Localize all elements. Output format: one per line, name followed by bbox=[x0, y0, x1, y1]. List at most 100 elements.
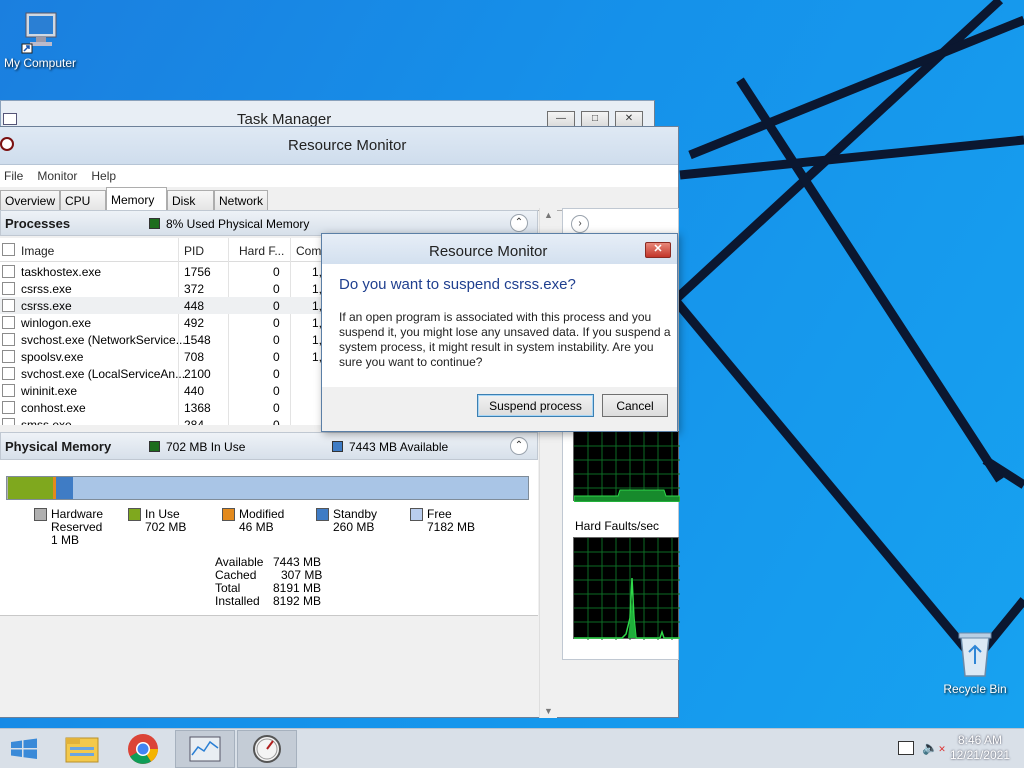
title-bar[interactable]: Resource Monitor bbox=[0, 127, 678, 165]
window-title: Resource Monitor bbox=[288, 137, 407, 154]
suspend-process-button[interactable]: Suspend process bbox=[477, 394, 594, 417]
memory-graph bbox=[573, 431, 681, 503]
legend-swatch bbox=[222, 508, 235, 521]
legend-standby: Standby 260 MB bbox=[316, 508, 377, 534]
tab-memory[interactable]: Memory bbox=[106, 187, 167, 212]
tab-disk[interactable]: Disk bbox=[167, 190, 214, 211]
minimize-button[interactable]: — bbox=[547, 111, 575, 127]
column-header-image[interactable]: Image bbox=[21, 244, 54, 258]
column-header-hard-faults[interactable]: Hard F... bbox=[239, 244, 284, 258]
cell-pid: 708 bbox=[184, 350, 205, 364]
row-checkbox[interactable] bbox=[2, 350, 15, 363]
row-checkbox[interactable] bbox=[2, 299, 15, 312]
taskbar: 🔈✕ 8:46 AM 12/21/2021 bbox=[0, 728, 1024, 768]
scroll-down-arrow-icon[interactable]: ▼ bbox=[544, 706, 553, 716]
available-summary: 7443 MB Available bbox=[332, 440, 448, 454]
cancel-button[interactable]: Cancel bbox=[602, 394, 668, 417]
bar-segment-in-use bbox=[8, 477, 53, 499]
cell-hard-faults: 0 bbox=[273, 265, 280, 279]
dialog-content: Do you want to suspend csrss.exe? If an … bbox=[322, 264, 677, 387]
cell-hard-faults: 0 bbox=[273, 367, 280, 381]
cell-pid: 1756 bbox=[184, 265, 211, 279]
legend-hardware-reserved: Hardware Reserved 1 MB bbox=[34, 508, 111, 547]
hard-faults-label: Hard Faults/sec bbox=[575, 519, 660, 533]
cell-hard-faults: 0 bbox=[273, 316, 280, 330]
task-manager-icon bbox=[3, 113, 17, 125]
row-checkbox[interactable] bbox=[2, 333, 15, 346]
close-button[interactable]: ✕ bbox=[615, 111, 643, 127]
dialog-title: Resource Monitor bbox=[429, 243, 548, 260]
desktop-icon-label: Recycle Bin bbox=[943, 682, 1007, 696]
cell-hard-faults: 0 bbox=[273, 333, 280, 347]
cell-pid: 284 bbox=[184, 418, 205, 425]
expand-graphs-icon[interactable]: › bbox=[571, 215, 589, 233]
menu-help[interactable]: Help bbox=[91, 169, 116, 183]
cell-image: wininit.exe bbox=[21, 384, 78, 398]
row-checkbox[interactable] bbox=[2, 418, 15, 425]
scroll-up-arrow-icon[interactable]: ▲ bbox=[544, 210, 553, 220]
performance-monitor-icon bbox=[189, 736, 221, 762]
tab-network[interactable]: Network bbox=[214, 190, 268, 211]
cell-pid: 372 bbox=[184, 282, 205, 296]
cell-hard-faults: 0 bbox=[273, 384, 280, 398]
memory-usage-summary: 8% Used Physical Memory bbox=[149, 217, 309, 231]
in-use-indicator bbox=[149, 441, 160, 452]
legend-swatch bbox=[34, 508, 47, 521]
taskbar-chrome[interactable] bbox=[113, 730, 173, 768]
legend-swatch bbox=[316, 508, 329, 521]
cell-hard-faults: 0 bbox=[273, 350, 280, 364]
legend-swatch bbox=[410, 508, 423, 521]
cell-pid: 492 bbox=[184, 316, 205, 330]
row-checkbox[interactable] bbox=[2, 384, 15, 397]
system-clock[interactable]: 8:46 AM 12/21/2021 bbox=[950, 733, 1010, 763]
panel-title: Processes bbox=[5, 216, 71, 231]
row-checkbox[interactable] bbox=[2, 282, 15, 295]
select-all-checkbox[interactable] bbox=[2, 243, 15, 256]
network-icon[interactable] bbox=[898, 741, 914, 755]
maximize-button[interactable]: □ bbox=[581, 111, 609, 127]
collapse-icon[interactable]: ⌃ bbox=[510, 214, 528, 232]
cell-pid: 440 bbox=[184, 384, 205, 398]
legend-modified: Modified 46 MB bbox=[222, 508, 284, 534]
taskbar-file-explorer[interactable] bbox=[52, 730, 112, 768]
taskbar-performance-monitor[interactable] bbox=[175, 730, 235, 768]
chrome-icon bbox=[128, 734, 158, 764]
cell-hard-faults: 0 bbox=[273, 299, 280, 313]
menu-monitor[interactable]: Monitor bbox=[37, 169, 77, 183]
collapse-icon[interactable]: ⌃ bbox=[510, 437, 528, 455]
legend-value: 7182 MB bbox=[427, 520, 476, 534]
dialog-message: If an open program is associated with th… bbox=[339, 310, 671, 369]
start-button[interactable] bbox=[0, 730, 48, 768]
panel-title: Physical Memory bbox=[5, 439, 112, 454]
cell-hard-faults: 0 bbox=[273, 282, 280, 296]
start-icon bbox=[11, 738, 37, 759]
volume-muted-icon[interactable]: 🔈✕ bbox=[922, 740, 946, 756]
cell-image: taskhostex.exe bbox=[21, 265, 102, 279]
suspend-process-dialog: Resource Monitor ✕ Do you want to suspen… bbox=[321, 233, 678, 432]
hard-faults-graph bbox=[573, 537, 680, 640]
desktop-icon-recycle-bin[interactable]: Recycle Bin bbox=[935, 630, 1015, 696]
physical-memory-panel-header[interactable]: Physical Memory 702 MB In Use 7443 MB Av… bbox=[0, 432, 538, 460]
column-header-pid[interactable]: PID bbox=[184, 244, 204, 258]
row-checkbox[interactable] bbox=[2, 316, 15, 329]
legend-value: 1 MB bbox=[51, 533, 80, 547]
summary-text: 702 MB In Use bbox=[166, 440, 246, 454]
desktop-icon-my-computer[interactable]: My Computer bbox=[0, 10, 80, 70]
tab-cpu[interactable]: CPU bbox=[60, 190, 106, 211]
row-checkbox[interactable] bbox=[2, 367, 15, 380]
close-icon[interactable]: ✕ bbox=[645, 242, 671, 258]
row-checkbox[interactable] bbox=[2, 401, 15, 414]
cell-hard-faults: 0 bbox=[273, 418, 280, 425]
usage-indicator bbox=[149, 218, 160, 229]
menu-file[interactable]: File bbox=[4, 169, 23, 183]
taskbar-resource-monitor[interactable] bbox=[237, 730, 297, 768]
dialog-title-bar[interactable]: Resource Monitor ✕ bbox=[322, 234, 677, 264]
row-checkbox[interactable] bbox=[2, 265, 15, 278]
legend-in-use: In Use 702 MB bbox=[128, 508, 186, 534]
cell-image: csrss.exe bbox=[21, 282, 72, 296]
cell-image: winlogon.exe bbox=[21, 316, 92, 330]
cell-image: conhost.exe bbox=[21, 401, 86, 415]
cell-image: smss.exe bbox=[21, 418, 72, 425]
tab-overview[interactable]: Overview bbox=[0, 190, 60, 211]
resource-monitor-icon bbox=[253, 735, 281, 763]
